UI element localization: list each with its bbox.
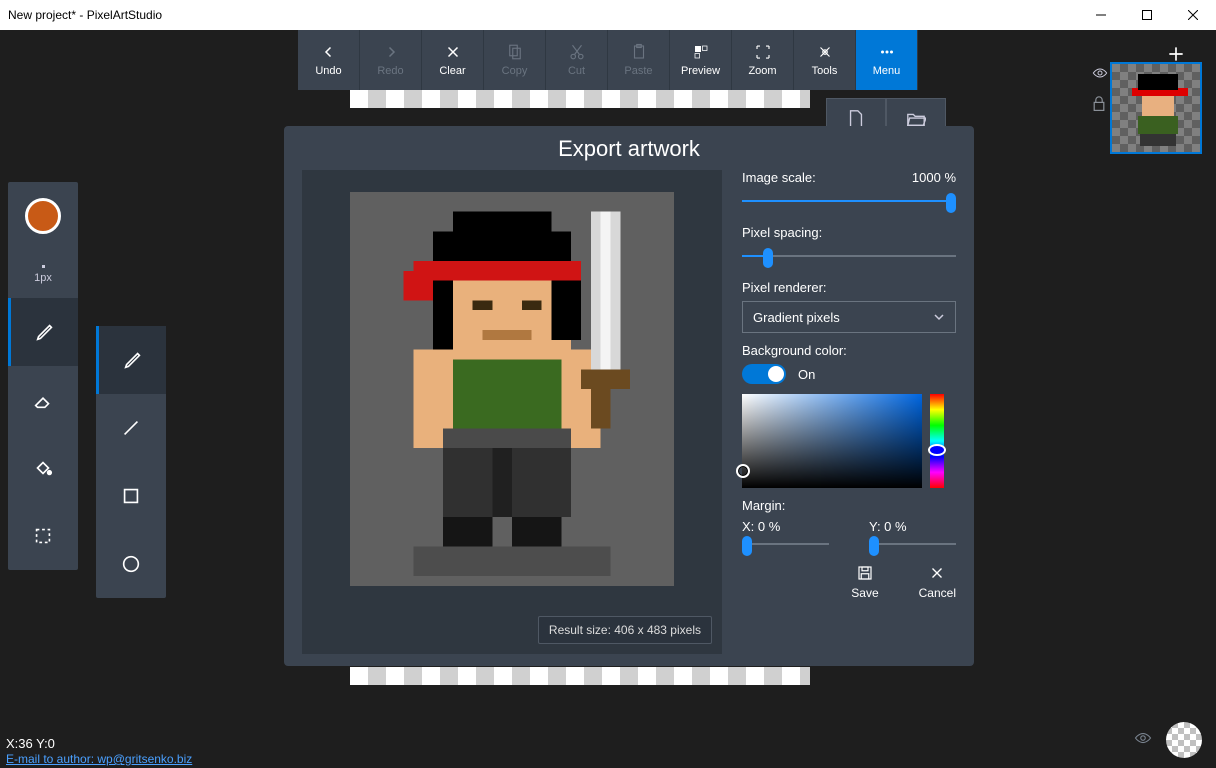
canvas-edge-bottom	[350, 667, 810, 685]
freehand-tool[interactable]	[96, 326, 166, 394]
margin-y-label: Y: 0 %	[869, 519, 956, 534]
preview-button[interactable]: Preview	[670, 30, 732, 90]
line-tool[interactable]	[96, 394, 166, 462]
save-button[interactable]: Save	[851, 564, 878, 600]
chevron-down-icon	[933, 311, 945, 323]
image-scale-slider[interactable]	[742, 191, 956, 211]
result-size-label: Result size: 406 x 483 pixels	[538, 616, 712, 644]
close-button[interactable]	[1170, 0, 1216, 30]
background-toggle[interactable]	[742, 364, 786, 384]
visibility-icon[interactable]	[1092, 66, 1108, 84]
dialog-title: Export artwork	[284, 126, 974, 170]
layer-thumbnail[interactable]	[1110, 62, 1202, 154]
maximize-button[interactable]	[1124, 0, 1170, 30]
export-dialog: Export artwork	[284, 126, 974, 666]
cancel-button[interactable]: Cancel	[919, 564, 956, 600]
app-title: New project* - PixelArtStudio	[8, 8, 162, 22]
menu-button[interactable]: Menu	[856, 30, 918, 90]
cursor-coords: X:36 Y:0	[6, 736, 192, 751]
color-sv-picker[interactable]	[742, 394, 922, 488]
paste-button[interactable]: Paste	[608, 30, 670, 90]
copy-button[interactable]: Copy	[484, 30, 546, 90]
cut-button[interactable]: Cut	[546, 30, 608, 90]
color-hue-slider[interactable]	[930, 394, 944, 488]
background-color-label: Background color:	[742, 343, 956, 358]
pencil-tool[interactable]	[8, 298, 78, 366]
margin-x-slider[interactable]	[742, 534, 829, 554]
fill-tool[interactable]	[8, 434, 78, 502]
tool-palette-primary: 1px	[8, 182, 78, 570]
color-swatch[interactable]	[8, 182, 78, 250]
canvas-edge-top	[350, 90, 810, 108]
brush-size[interactable]: 1px	[8, 250, 78, 298]
layers-panel	[1092, 62, 1202, 154]
pixel-renderer-select[interactable]: Gradient pixels	[742, 301, 956, 333]
tool-palette-shapes	[96, 326, 166, 598]
rectangle-tool[interactable]	[96, 462, 166, 530]
image-scale-label: Image scale:	[742, 170, 816, 185]
pixel-renderer-label: Pixel renderer:	[742, 280, 956, 295]
eraser-tool[interactable]	[8, 366, 78, 434]
title-bar: New project* - PixelArtStudio	[0, 0, 1216, 30]
circle-tool[interactable]	[96, 530, 166, 598]
visibility-icon[interactable]	[1134, 731, 1152, 750]
margin-x-label: X: 0 %	[742, 519, 829, 534]
author-email-link[interactable]: E-mail to author: wp@gritsenko.biz	[6, 752, 192, 766]
clear-button[interactable]: Clear	[422, 30, 484, 90]
background-layer-swatch[interactable]	[1166, 722, 1202, 758]
zoom-button[interactable]: Zoom	[732, 30, 794, 90]
select-tool[interactable]	[8, 502, 78, 570]
status-bar: X:36 Y:0 E-mail to author: wp@gritsenko.…	[6, 736, 192, 766]
pixel-spacing-label: Pixel spacing:	[742, 225, 956, 240]
undo-button[interactable]: Undo	[298, 30, 360, 90]
layer-footer	[1134, 722, 1202, 758]
redo-button[interactable]: Redo	[360, 30, 422, 90]
image-scale-value: 1000 %	[912, 170, 956, 185]
margin-y-slider[interactable]	[869, 534, 956, 554]
minimize-button[interactable]	[1078, 0, 1124, 30]
export-preview: Result size: 406 x 483 pixels	[302, 170, 722, 654]
main-toolbar: Undo Redo Clear Copy Cut Paste Preview Z…	[0, 30, 1216, 90]
tools-button[interactable]: Tools	[794, 30, 856, 90]
margin-label: Margin:	[742, 498, 956, 513]
lock-icon[interactable]	[1092, 96, 1108, 117]
pixel-spacing-slider[interactable]	[742, 246, 956, 266]
